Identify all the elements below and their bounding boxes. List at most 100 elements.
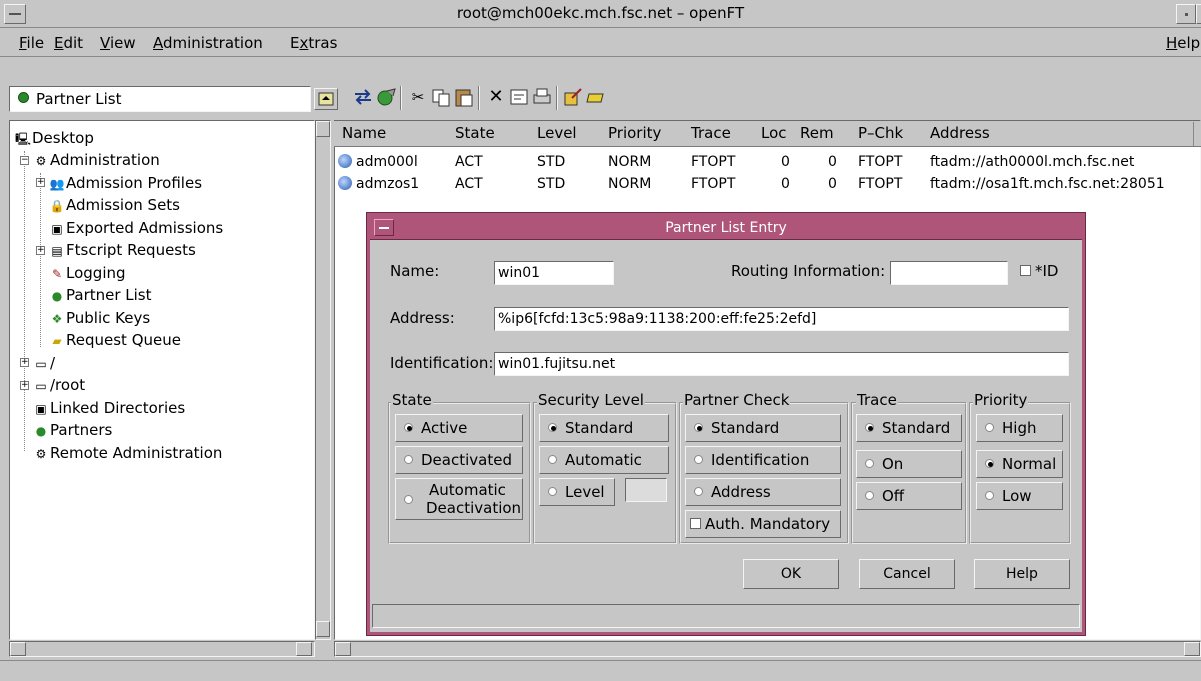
tree-item-remote-administration[interactable]: ⚙ Remote Administration bbox=[32, 442, 223, 464]
menu-help[interactable]: Help bbox=[1166, 34, 1200, 52]
tree-item-admission-sets[interactable]: 🔒 Admission Sets bbox=[48, 194, 180, 216]
security-level-radio[interactable]: Level bbox=[539, 478, 615, 506]
priority-normal-radio[interactable]: Normal bbox=[976, 450, 1063, 478]
tree-item-root-drive[interactable]: ▭ / bbox=[32, 352, 55, 374]
tree-item-ftscript-requests[interactable]: ▤ Ftscript Requests bbox=[48, 239, 196, 261]
menu-view[interactable]: View bbox=[100, 34, 136, 52]
menu-extras[interactable]: Extras bbox=[290, 34, 337, 52]
routing-info-label: Routing Information: bbox=[731, 262, 886, 280]
column-loc[interactable]: Loc bbox=[761, 124, 787, 142]
priority-high-radio[interactable]: High bbox=[976, 414, 1063, 442]
expand-icon[interactable]: + bbox=[20, 358, 29, 367]
column-address[interactable]: Address bbox=[930, 124, 990, 142]
scroll-down-icon[interactable] bbox=[316, 621, 330, 637]
partner-check-address-radio[interactable]: Address bbox=[685, 478, 841, 506]
view-selector-combo[interactable]: Partner List bbox=[9, 86, 311, 112]
tree-item-logging[interactable]: ✎ Logging bbox=[48, 262, 126, 284]
expand-icon[interactable]: + bbox=[36, 178, 45, 187]
security-automatic-radio[interactable]: Automatic bbox=[539, 446, 669, 474]
column-pchk[interactable]: P–Chk bbox=[858, 124, 903, 142]
scroll-right-icon[interactable] bbox=[1184, 642, 1200, 656]
toolbar-separator bbox=[478, 86, 480, 110]
profiles-icon: 👥 bbox=[49, 177, 65, 191]
table-row[interactable]: adm000l ACT STD NORM FTOPT 0 0 FTOPT fta… bbox=[334, 152, 1201, 174]
routing-info-field[interactable] bbox=[890, 261, 1008, 285]
tree-item-public-keys[interactable]: ❖ Public Keys bbox=[48, 307, 151, 329]
tree-horizontal-scrollbar[interactable] bbox=[9, 641, 315, 657]
tree-item-partners[interactable]: ● Partners bbox=[32, 419, 113, 441]
cut-icon[interactable]: ✂ bbox=[407, 86, 429, 108]
tree-item-administration[interactable]: ⚙ Administration bbox=[32, 149, 160, 171]
ok-button[interactable]: OK bbox=[743, 559, 839, 589]
refresh-icon[interactable] bbox=[352, 86, 374, 108]
expand-icon[interactable]: + bbox=[20, 381, 29, 390]
script-icon: ▤ bbox=[51, 244, 63, 258]
address-field[interactable]: %ip6[fcfd:13c5:98a9:1138:200:eff:fe25:2e… bbox=[494, 307, 1069, 331]
properties-icon[interactable] bbox=[508, 86, 530, 108]
tree-vertical-scrollbar[interactable] bbox=[315, 120, 331, 640]
menu-administration[interactable]: Administration bbox=[153, 34, 263, 52]
globe-icon bbox=[18, 92, 29, 103]
identification-field[interactable]: win01.fujitsu.net bbox=[494, 352, 1069, 376]
expand-icon[interactable]: + bbox=[36, 246, 45, 255]
column-level[interactable]: Level bbox=[537, 124, 577, 142]
lock-icon: 🔒 bbox=[49, 199, 65, 213]
radio-icon bbox=[694, 487, 703, 496]
minimize-button[interactable] bbox=[1176, 4, 1196, 24]
menu-edit[interactable]: Edit bbox=[54, 34, 83, 52]
column-name[interactable]: Name bbox=[342, 124, 386, 142]
maximize-button[interactable] bbox=[1196, 4, 1201, 24]
scroll-left-icon[interactable] bbox=[335, 642, 351, 656]
column-state[interactable]: State bbox=[455, 124, 495, 142]
scroll-left-icon[interactable] bbox=[10, 642, 26, 656]
cancel-button[interactable]: Cancel bbox=[859, 559, 955, 589]
print-icon[interactable] bbox=[531, 86, 553, 108]
dialog-menu-button[interactable] bbox=[374, 219, 394, 236]
security-level-field[interactable] bbox=[625, 478, 667, 502]
queue-icon[interactable] bbox=[585, 86, 607, 108]
state-deactivated-radio[interactable]: Deactivated bbox=[395, 446, 523, 474]
partner-check-standard-radio[interactable]: Standard bbox=[685, 414, 841, 442]
tree-item-desktop[interactable]: 🖳Desktop bbox=[14, 127, 94, 149]
paste-icon[interactable] bbox=[453, 86, 475, 108]
priority-low-radio[interactable]: Low bbox=[976, 482, 1063, 510]
address-label: Address: bbox=[390, 309, 455, 327]
radio-icon bbox=[865, 459, 874, 468]
list-horizontal-scrollbar[interactable] bbox=[334, 641, 1201, 657]
name-field[interactable]: win01 bbox=[494, 261, 614, 285]
scroll-up-icon[interactable] bbox=[316, 121, 330, 137]
up-level-button[interactable] bbox=[314, 88, 338, 110]
help-button[interactable]: Help bbox=[974, 559, 1070, 589]
tree-item-partner-list[interactable]: ● Partner List bbox=[48, 284, 152, 306]
id-checkbox[interactable]: *ID bbox=[1016, 262, 1058, 280]
state-auto-deactivation-radio[interactable]: Automatic Deactivation bbox=[395, 478, 523, 520]
tree-item-root-folder[interactable]: ▭/root bbox=[32, 374, 85, 396]
tree-item-exported-admissions[interactable]: ▣ Exported Admissions bbox=[48, 217, 223, 239]
tree-item-linked-directories[interactable]: ▣ Linked Directories bbox=[32, 397, 185, 419]
globe-icon: ● bbox=[51, 289, 63, 303]
state-active-radio[interactable]: Active bbox=[395, 414, 523, 442]
trace-standard-radio[interactable]: Standard bbox=[856, 414, 962, 442]
radio-icon bbox=[865, 491, 874, 500]
column-priority[interactable]: Priority bbox=[608, 124, 661, 142]
column-rem[interactable]: Rem bbox=[800, 124, 834, 142]
copy-icon[interactable] bbox=[430, 86, 452, 108]
auth-mandatory-checkbox[interactable]: Auth. Mandatory bbox=[685, 510, 841, 538]
delete-icon[interactable]: ✕ bbox=[485, 86, 507, 108]
column-trace[interactable]: Trace bbox=[691, 124, 731, 142]
table-row[interactable]: admzos1 ACT STD NORM FTOPT 0 0 FTOPT fta… bbox=[334, 174, 1201, 196]
tree-item-admission-profiles[interactable]: 👥 Admission Profiles bbox=[48, 172, 203, 194]
menu-file[interactable]: File bbox=[19, 34, 44, 52]
scroll-right-icon[interactable] bbox=[296, 642, 312, 656]
tree-item-request-queue[interactable]: ▰ Request Queue bbox=[48, 329, 181, 351]
trace-on-radio[interactable]: On bbox=[856, 450, 962, 478]
security-standard-radio[interactable]: Standard bbox=[539, 414, 669, 442]
trace-off-radio[interactable]: Off bbox=[856, 482, 962, 510]
connect-icon[interactable] bbox=[375, 86, 397, 108]
list-header: Name State Level Priority Trace Loc Rem … bbox=[334, 121, 1201, 147]
partner-check-identification-radio[interactable]: Identification bbox=[685, 446, 841, 474]
collapse-icon[interactable]: − bbox=[20, 156, 29, 165]
log-icon[interactable] bbox=[562, 86, 584, 108]
partner-icon bbox=[338, 154, 352, 168]
partner-check-group-title: Partner Check bbox=[683, 391, 791, 409]
